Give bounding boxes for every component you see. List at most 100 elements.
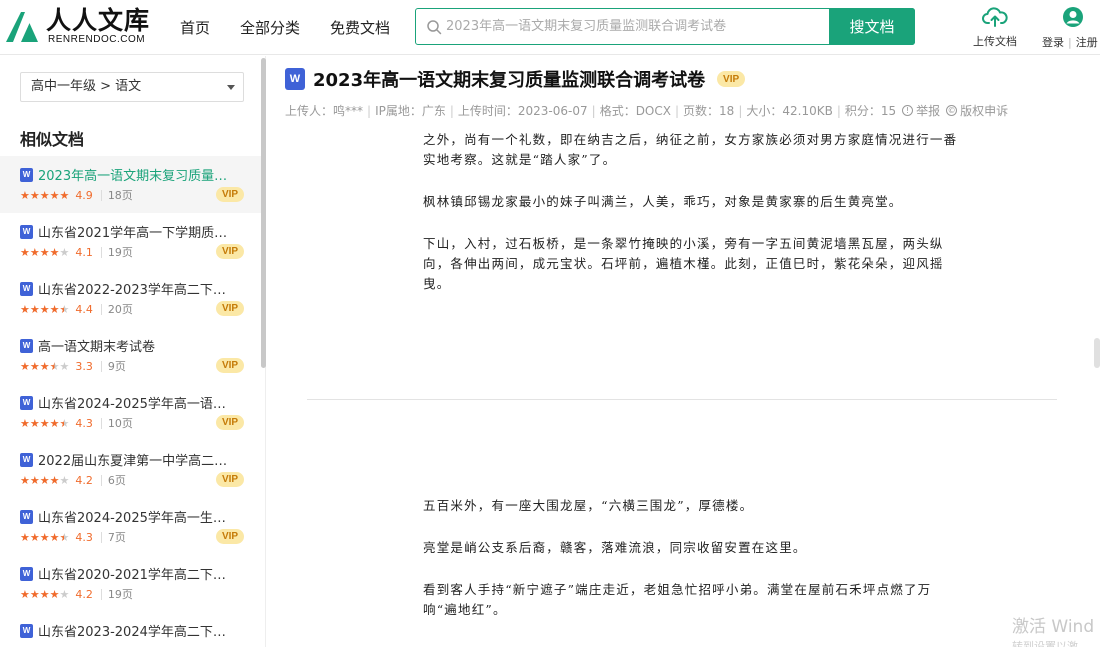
star-rating-icon: ★★★★★ (20, 416, 70, 430)
site-logo[interactable]: 人人文库 RENRENDOC.COM (4, 6, 154, 48)
page2-paragraph: 五百米外，有一座大围龙屋，“六横三围龙”，厚德楼。 (423, 498, 754, 513)
similar-doc-item[interactable]: W 山东省2024-2025学年高一语文... ★★★★★ 4.3 10页 VIP (0, 384, 261, 441)
user-area: 登录 | 注册 (1040, 6, 1100, 50)
divider: | (1068, 36, 1072, 49)
similar-docs-sidebar: 高中一年级 > 语文 相似文档 W 2023年高一语文期末复习质量监... ★★★★… (0, 56, 266, 647)
document-meta: 上传人：鸣*** | IP属地：广东 | 上传时间：2023-06-07 | 格式：D… (285, 102, 1008, 119)
doc-item-pages: 18页 (100, 190, 133, 201)
login-link[interactable]: 登录 (1042, 36, 1064, 49)
meta-divider: | (738, 103, 743, 118)
document-scrollbar[interactable] (1094, 338, 1100, 368)
word-doc-icon: W (20, 281, 33, 296)
sidebar-scrollbar[interactable] (261, 58, 266, 368)
doc-item-rating: 4.3 (75, 417, 93, 430)
similar-doc-item[interactable]: W 2023年高一语文期末复习质量监... ★★★★★ 4.9 18页 VIP (0, 156, 261, 213)
similar-doc-item[interactable]: W 山东省2020-2021学年高二下学... ★★★★★ 4.2 19页 (0, 555, 261, 612)
document-viewer: W 2023年高一语文期末复习质量监测联合调考试卷 VIP 上传人：鸣*** | … (267, 56, 1100, 647)
similar-doc-item[interactable]: W 山东省2023-2024学年高二下学... (0, 612, 261, 647)
doc-item-info-row: ★★★★★ 4.9 18页 VIP (20, 187, 244, 202)
doc-item-rating: 4.2 (75, 588, 93, 601)
word-doc-icon: W (20, 338, 33, 353)
doc-item-rating: 4.3 (75, 531, 93, 544)
meta-divider: | (367, 103, 372, 118)
search-button[interactable]: 搜文档 (829, 7, 915, 45)
doc-item-title[interactable]: 山东省2024-2025学年高一语文... (38, 393, 238, 412)
word-doc-icon: W (285, 68, 305, 90)
copyright-link[interactable]: © 版权申诉 (946, 102, 1008, 119)
doc-item-title-row: W 山东省2023-2024学年高二下学... (20, 621, 238, 640)
similar-doc-item[interactable]: W 2022届山东夏津第一中学高二地... ★★★★★ 4.2 6页 VIP (0, 441, 261, 498)
similar-doc-list: W 2023年高一语文期末复习质量监... ★★★★★ 4.9 18页 VIP W 山东省20… (0, 156, 261, 647)
logo-mark-icon (6, 12, 38, 42)
main-nav: 首页 全部分类 免费文档 (180, 0, 390, 55)
upload-button[interactable]: 上传文档 (970, 6, 1020, 50)
document-pages[interactable]: 之外，尚有一个礼数，即在纳吉之后，纳征之前，女方家族必须对男方家庭情况进行一番实… (267, 128, 1100, 647)
doc-item-rating: 4.9 (75, 189, 93, 202)
document-page-2: 五百米外，有一座大围龙屋，“六横三围龙”，厚德楼。 亮堂是峭公支系后裔，赣客，落… (307, 466, 1057, 647)
doc-item-title[interactable]: 山东省2022-2023学年高二下学... (38, 279, 238, 298)
document-page-1: 之外，尚有一个礼数，即在纳吉之后，纳征之前，女方家族必须对男方家庭情况进行一番实… (307, 128, 1057, 400)
doc-item-info-row: ★★★★★ 4.3 10页 VIP (20, 415, 244, 430)
user-avatar-icon[interactable] (1062, 6, 1084, 28)
star-rating-icon: ★★★★★ (20, 359, 70, 373)
doc-item-pages: 9页 (100, 361, 126, 372)
meta-ip: IP属地：广东 (375, 104, 446, 118)
doc-item-rating: 4.1 (75, 246, 93, 259)
star-rating-icon: ★★★★★ (20, 245, 70, 259)
doc-item-title[interactable]: 山东省2024-2025学年高一生物... (38, 507, 238, 526)
nav-free-docs[interactable]: 免费文档 (330, 17, 390, 38)
page1-paragraph: 枫林镇邱锡龙家最小的妹子叫满兰，人美，乖巧，对象是黄家寨的后生黄亮堂。 (423, 194, 903, 209)
star-rating-icon: ★★★★★ (20, 587, 70, 601)
similar-doc-item[interactable]: W 高一语文期末考试卷 ★★★★★ 3.3 9页 VIP (0, 327, 261, 384)
star-rating-icon: ★★★★★ (20, 188, 70, 202)
doc-item-title-row: W 山东省2020-2021学年高二下学... (20, 564, 238, 583)
meta-divider: | (449, 103, 454, 118)
grade-select-value: 高中一年级 > 语文 (31, 79, 142, 94)
meta-points: 积分：15 (844, 104, 897, 118)
search-input[interactable] (446, 9, 826, 43)
doc-item-title[interactable]: 2023年高一语文期末复习质量监... (38, 165, 238, 184)
star-rating-icon: ★★★★★ (20, 473, 70, 487)
similar-doc-item[interactable]: W 山东省2021学年高一下学期质量... ★★★★★ 4.1 19页 VIP (0, 213, 261, 270)
similar-doc-item[interactable]: W 山东省2024-2025学年高一生物... ★★★★★ 4.3 7页 VIP (0, 498, 261, 555)
doc-item-title-row: W 山东省2021学年高一下学期质量... (20, 222, 238, 241)
doc-item-info-row: ★★★★★ 4.1 19页 VIP (20, 244, 244, 259)
star-rating-icon: ★★★★★ (20, 530, 70, 544)
register-link[interactable]: 注册 (1076, 36, 1098, 49)
auth-links: 登录 | 注册 (1042, 34, 1098, 50)
report-link[interactable]: ! 举报 (902, 102, 940, 119)
document-title: 2023年高一语文期末复习质量监测联合调考试卷 (313, 70, 706, 91)
page1-paragraph: 之外，尚有一个礼数，即在纳吉之后，纳征之前，女方家族必须对男方家庭情况进行一番实… (423, 132, 958, 167)
word-doc-icon: W (20, 566, 33, 581)
word-doc-icon: W (20, 509, 33, 524)
doc-item-info-row: ★★★★★ 4.4 20页 VIP (20, 301, 244, 316)
nav-home[interactable]: 首页 (180, 17, 210, 38)
meta-format: 格式：DOCX (599, 104, 671, 118)
doc-item-title-row: W 2023年高一语文期末复习质量监... (20, 165, 238, 184)
top-header: 人人文库 RENRENDOC.COM 首页 全部分类 免费文档 搜文档 上传文档… (0, 0, 1100, 55)
copyright-icon: © (946, 105, 958, 116)
search-icon (427, 20, 442, 35)
doc-item-pages: 10页 (100, 418, 133, 429)
similar-doc-item[interactable]: W 山东省2022-2023学年高二下学... ★★★★★ 4.4 20页 VIP (0, 270, 261, 327)
word-doc-icon: W (20, 623, 33, 638)
meta-divider: | (836, 103, 841, 118)
meta-upload-time: 上传时间：2023-06-07 (457, 104, 588, 118)
doc-item-title[interactable]: 山东省2020-2021学年高二下学... (38, 564, 238, 583)
doc-item-title[interactable]: 高一语文期末考试卷 (38, 336, 238, 355)
doc-item-title[interactable]: 2022届山东夏津第一中学高二地... (38, 450, 238, 469)
copyright-label: 版权申诉 (960, 104, 1009, 118)
vip-badge: VIP (216, 301, 244, 316)
doc-item-title[interactable]: 山东省2021学年高一下学期质量... (38, 222, 238, 241)
nav-all-categories[interactable]: 全部分类 (240, 17, 300, 38)
page2-paragraph: 看到客人手持“新宁遮子”端庄走近，老姐急忙招呼小弟。满堂在屋前石禾坪点燃了万响“… (423, 582, 932, 617)
doc-item-title-row: W 2022届山东夏津第一中学高二地... (20, 450, 238, 469)
doc-item-title[interactable]: 山东省2023-2024学年高二下学... (38, 621, 238, 640)
vip-badge: VIP (216, 358, 244, 373)
vip-badge: VIP (216, 244, 244, 259)
doc-item-pages: 20页 (100, 304, 133, 315)
document-header: W 2023年高一语文期末复习质量监测联合调考试卷 VIP (285, 66, 746, 92)
grade-subject-select[interactable]: 高中一年级 > 语文 (20, 72, 244, 102)
doc-item-info-row: ★★★★★ 4.2 19页 (20, 588, 244, 601)
meta-divider: | (674, 103, 680, 118)
